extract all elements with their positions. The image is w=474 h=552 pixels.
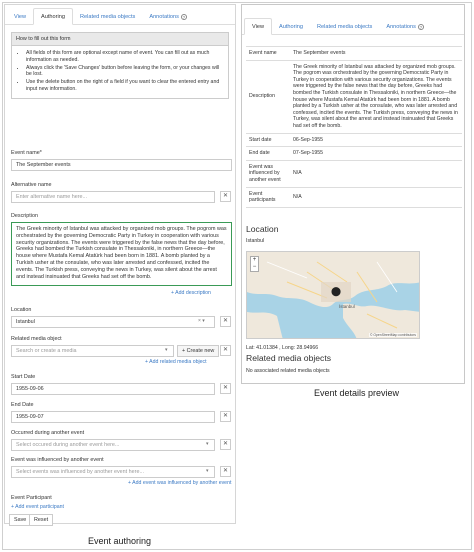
detail-key: Description [246, 59, 290, 134]
chevron-down-icon[interactable]: ▾ [165, 347, 168, 353]
participant-label: Event Participant [11, 495, 52, 501]
help-icon[interactable]: ? [417, 24, 424, 30]
delete-icon[interactable]: ✕ [220, 383, 231, 394]
description-label: Description [11, 213, 38, 219]
authoring-panel: View Authoring Related media objects Ann… [4, 4, 236, 526]
add-related-media-link[interactable]: + Add related media object [145, 359, 207, 365]
tab-authoring[interactable]: Authoring [33, 8, 73, 25]
location-label: Location [11, 307, 32, 313]
location-name: Istanbul [246, 238, 265, 244]
tab-related-media[interactable]: Related media objects [73, 9, 142, 24]
tab-view[interactable]: View [7, 9, 33, 24]
table-row: End date 07-Sep-1955 [246, 146, 462, 161]
detail-key: End date [246, 146, 290, 161]
related-media-input[interactable]: Search or create a media [11, 345, 174, 357]
table-row: Event participants N/A [246, 186, 462, 208]
alternative-name-label: Alternative name [11, 182, 52, 188]
table-row: Event was influenced by another event N/… [246, 159, 462, 188]
tab-annotations-label: Annotations [386, 24, 416, 30]
save-button[interactable]: Save [9, 514, 32, 526]
table-row: Event name The September events [246, 46, 462, 61]
howto-list: All fields of this form are optional exc… [12, 46, 228, 98]
zoom-out-icon[interactable]: − [251, 264, 258, 271]
tab-view[interactable]: View [244, 18, 273, 35]
location-map[interactable]: + − ⬤ İstanbul © OpenStreetMap contribut… [246, 251, 420, 339]
tab-annotations-label: Annotations [149, 14, 179, 20]
authoring-caption: Event authoring [88, 536, 152, 546]
detail-value: The September events [290, 46, 462, 61]
table-row: Start date 06-Sep-1955 [246, 132, 462, 148]
preview-caption: Event details preview [314, 388, 400, 398]
delete-icon[interactable]: ✕ [220, 345, 231, 356]
related-media-empty: No associated related media objects [246, 368, 330, 374]
howto-box: How to fill out this form All fields of … [11, 32, 229, 99]
detail-value: The Greek minority of Istanbul was attac… [290, 59, 462, 134]
add-influenced-by-link[interactable]: + Add event was influenced by another ev… [128, 480, 231, 486]
map-city-label: İstanbul [339, 304, 355, 309]
location-heading: Location [246, 224, 279, 234]
description-textarea[interactable]: The Greek minority of Istanbul was attac… [11, 222, 232, 286]
help-icon[interactable]: ? [180, 14, 187, 20]
alternative-name-input[interactable]: Enter alternative name here... [11, 191, 215, 203]
delete-icon[interactable]: ✕ [220, 316, 231, 327]
delete-icon[interactable]: ✕ [220, 439, 231, 450]
delete-icon[interactable]: ✕ [220, 411, 231, 422]
detail-value: 06-Sep-1955 [290, 132, 462, 148]
influenced-by-label: Event was influenced by another event [11, 457, 104, 463]
map-zoom-controls: + − [250, 256, 259, 272]
tab-authoring[interactable]: Authoring [272, 19, 310, 34]
start-date-label: Start Date [11, 374, 36, 380]
authoring-tabs: View Authoring Related media objects Ann… [5, 5, 235, 25]
create-new-button[interactable]: + Create new [177, 345, 220, 357]
detail-value: N/A [290, 186, 462, 208]
howto-item: All fields of this form are optional exc… [26, 50, 222, 64]
event-name-input[interactable]: The September events [11, 159, 232, 171]
detail-value: 07-Sep-1955 [290, 146, 462, 161]
clear-icon[interactable]: × ▾ [198, 318, 205, 324]
map-attribution: © OpenStreetMap contributors [368, 333, 417, 337]
delete-icon[interactable]: ✕ [220, 466, 231, 477]
occurred-during-select[interactable]: Select occured during another event here… [11, 439, 215, 451]
add-description-link[interactable]: + Add description [171, 290, 211, 296]
delete-icon[interactable]: ✕ [220, 191, 231, 202]
end-date-input[interactable]: 1955-09-07 [11, 411, 215, 423]
tab-related-media[interactable]: Related media objects [310, 19, 379, 34]
start-date-input[interactable]: 1955-09-06 [11, 383, 215, 395]
tab-annotations[interactable]: Annotations? [142, 9, 194, 24]
event-name-label: Event name* [11, 150, 42, 156]
chevron-down-icon[interactable]: ▾ [206, 441, 209, 447]
influenced-by-select[interactable]: Select events was influenced by another … [11, 466, 215, 478]
detail-key: Start date [246, 132, 290, 148]
location-select[interactable]: Istanbul [11, 316, 215, 328]
event-details-table: Event name The September events Descript… [246, 46, 462, 208]
occurred-during-label: Occurred during another event [11, 430, 85, 436]
howto-title: How to fill out this form [12, 33, 228, 46]
preview-panel: View Authoring Related media objects Ann… [241, 4, 465, 384]
preview-tabs: View Authoring Related media objects Ann… [242, 5, 464, 35]
map-marker-icon[interactable]: ⬤ [331, 286, 341, 297]
table-row: Description The Greek minority of Istanb… [246, 59, 462, 134]
detail-key: Event name [246, 46, 290, 61]
reset-button[interactable]: Reset [29, 514, 54, 526]
end-date-label: End Date [11, 402, 34, 408]
coordinates: Lat: 41.01384 , Long: 28.94966 [246, 345, 319, 351]
howto-item: Use the delete button on the right of a … [26, 79, 222, 93]
chevron-down-icon[interactable]: ▾ [206, 468, 209, 474]
related-media-heading: Related media objects [246, 353, 332, 363]
detail-value: N/A [290, 159, 462, 188]
detail-key: Event was influenced by another event [246, 159, 290, 188]
add-participant-link[interactable]: + Add event participant [11, 504, 64, 510]
related-media-label: Related media object [11, 336, 62, 342]
zoom-in-icon[interactable]: + [251, 257, 258, 264]
tab-annotations[interactable]: Annotations? [379, 19, 431, 34]
detail-key: Event participants [246, 186, 290, 208]
howto-item: Always click the 'Save Changes' button b… [26, 65, 222, 79]
